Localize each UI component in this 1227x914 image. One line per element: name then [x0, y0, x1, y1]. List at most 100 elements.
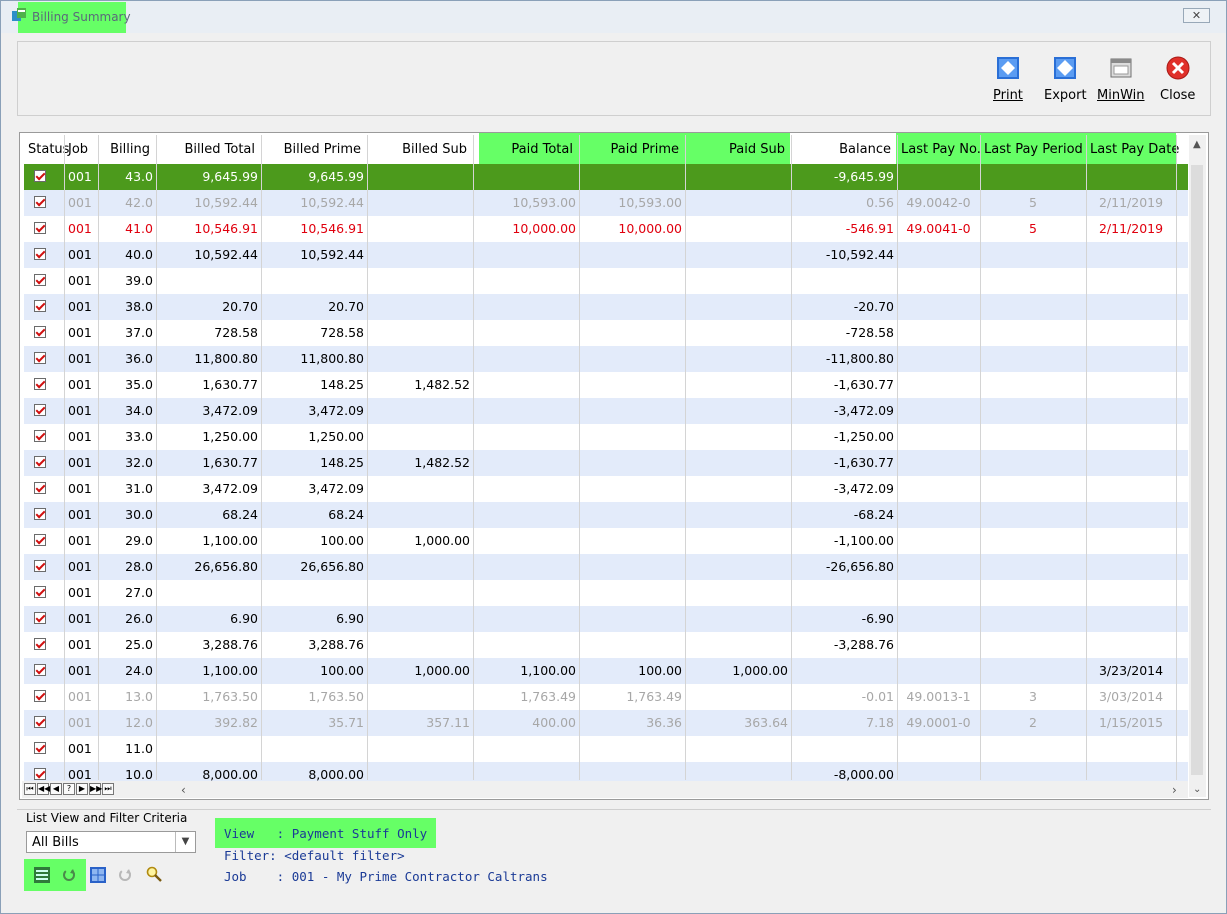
table-row[interactable]: 001 34.0 3,472.09 3,472.09 -3,472.09 — [24, 398, 1188, 424]
column-header-paid-sub[interactable]: Paid Sub — [685, 134, 791, 166]
table-row[interactable]: 001 36.0 11,800.80 11,800.80 -11,800.80 — [24, 346, 1188, 372]
column-header-last-pay-period[interactable]: Last Pay Period — [980, 134, 1086, 166]
window-close-button[interactable]: ✕ — [1183, 8, 1210, 23]
table-row[interactable]: 001 26.0 6.90 6.90 -6.90 — [24, 606, 1188, 632]
column-header-billed-prime[interactable]: Billed Prime — [261, 134, 367, 166]
status-checkbox[interactable] — [34, 300, 46, 312]
column-header-billing[interactable]: Billing — [98, 134, 156, 166]
status-checkbox[interactable] — [34, 560, 46, 572]
status-checkbox[interactable] — [34, 586, 46, 598]
status-cell[interactable] — [24, 450, 64, 476]
nav-button-6[interactable]: ⏭ — [102, 783, 114, 795]
column-header-job[interactable]: Job — [64, 134, 98, 166]
status-checkbox[interactable] — [34, 378, 46, 390]
table-row[interactable]: 001 41.0 10,546.91 10,546.91 10,000.00 10,000… — [24, 216, 1188, 242]
vertical-scrollbar[interactable]: ▲ ⌄ — [1189, 135, 1206, 797]
table-row[interactable]: 001 37.0 728.58 728.58 -728.58 — [24, 320, 1188, 346]
minwin-button[interactable]: MinWin — [1097, 56, 1145, 103]
scroll-up-icon[interactable]: ▲ — [1193, 139, 1201, 150]
status-cell[interactable] — [24, 554, 64, 580]
status-cell[interactable] — [24, 242, 64, 268]
column-header-status[interactable]: Status — [24, 134, 69, 166]
table-row[interactable]: 001 38.0 20.70 20.70 -20.70 — [24, 294, 1188, 320]
status-cell[interactable] — [24, 606, 64, 632]
status-checkbox[interactable] — [34, 326, 46, 338]
horizontal-scrollbar[interactable]: ⏮ ◀◀ ◀? ▶ ▶▶ ⏭ ‹ › — [22, 781, 1188, 798]
status-checkbox[interactable] — [34, 430, 46, 442]
table-row[interactable]: 001 31.0 3,472.09 3,472.09 -3,472.09 — [24, 476, 1188, 502]
status-cell[interactable] — [24, 658, 64, 684]
status-checkbox[interactable] — [34, 508, 46, 520]
status-checkbox[interactable] — [34, 222, 46, 234]
nav-button-0[interactable]: ⏮ — [24, 783, 36, 795]
print-button[interactable]: Print — [993, 56, 1023, 103]
status-checkbox[interactable] — [34, 716, 46, 728]
column-header-last-pay-date[interactable]: Last Pay Date — [1086, 134, 1179, 166]
column-header-billed-total[interactable]: Billed Total — [156, 134, 261, 166]
column-header-paid-total[interactable]: Paid Total — [473, 134, 579, 166]
column-header-paid-prime[interactable]: Paid Prime — [579, 134, 685, 166]
nav-button-5[interactable]: ▶▶ — [89, 783, 102, 795]
table-row[interactable]: 001 12.0 392.82 35.71 357.11 400.00 36.36 363.6… — [24, 710, 1188, 736]
table-row[interactable]: 001 27.0 — [24, 580, 1188, 606]
status-checkbox[interactable] — [34, 196, 46, 208]
table-row[interactable]: 001 33.0 1,250.00 1,250.00 -1,250.00 — [24, 424, 1188, 450]
nav-button-2[interactable]: ◀ — [50, 783, 62, 795]
status-cell[interactable] — [24, 528, 64, 554]
nav-button-3[interactable]: ? — [63, 783, 75, 795]
status-checkbox[interactable] — [34, 170, 46, 182]
status-checkbox[interactable] — [34, 612, 46, 624]
status-cell[interactable] — [24, 372, 64, 398]
export-button[interactable]: Export — [1044, 56, 1087, 103]
status-checkbox[interactable] — [34, 404, 46, 416]
table-row[interactable]: 001 43.0 9,645.99 9,645.99 -9,645.99 — [24, 164, 1188, 190]
list-view-icon[interactable] — [34, 867, 50, 883]
table-row[interactable]: 001 39.0 — [24, 268, 1188, 294]
status-checkbox[interactable] — [34, 456, 46, 468]
status-cell[interactable] — [24, 424, 64, 450]
column-header-billed-sub[interactable]: Billed Sub — [367, 134, 473, 166]
status-cell[interactable] — [24, 710, 64, 736]
table-row[interactable]: 001 42.0 10,592.44 10,592.44 10,593.00 10,593… — [24, 190, 1188, 216]
status-cell[interactable] — [24, 164, 64, 190]
status-cell[interactable] — [24, 268, 64, 294]
status-cell[interactable] — [24, 736, 64, 762]
table-row[interactable]: 001 30.0 68.24 68.24 -68.24 — [24, 502, 1188, 528]
scroll-right-icon[interactable]: › — [1172, 783, 1177, 797]
status-checkbox[interactable] — [34, 638, 46, 650]
status-cell[interactable] — [24, 190, 64, 216]
refresh-icon[interactable] — [61, 867, 77, 883]
table-row[interactable]: 001 29.0 1,100.00 100.00 1,000.00 -1,100.00 — [24, 528, 1188, 554]
table-row[interactable]: 001 35.0 1,630.77 148.25 1,482.52 -1,630.77 — [24, 372, 1188, 398]
column-header-last-pay-no[interactable]: Last Pay No. — [897, 134, 981, 166]
horizontal-scroll-thumb[interactable] — [212, 784, 1172, 795]
status-cell[interactable] — [24, 632, 64, 658]
table-row[interactable]: 001 28.0 26,656.80 26,656.80 -26,656.80 — [24, 554, 1188, 580]
table-row[interactable]: 001 13.0 1,763.50 1,763.50 1,763.49 1,763.49 -… — [24, 684, 1188, 710]
status-checkbox[interactable] — [34, 248, 46, 260]
chevron-down-icon[interactable]: ▼ — [175, 832, 195, 852]
status-cell[interactable] — [24, 398, 64, 424]
nav-button-4[interactable]: ▶ — [76, 783, 88, 795]
status-checkbox[interactable] — [34, 482, 46, 494]
status-checkbox[interactable] — [34, 768, 46, 780]
column-header-balance[interactable]: Balance — [791, 134, 897, 166]
status-cell[interactable] — [24, 320, 64, 346]
status-checkbox[interactable] — [34, 274, 46, 286]
search-icon[interactable] — [146, 866, 162, 882]
status-checkbox[interactable] — [34, 690, 46, 702]
nav-button-1[interactable]: ◀◀ — [37, 783, 50, 795]
status-cell[interactable] — [24, 502, 64, 528]
status-cell[interactable] — [24, 476, 64, 502]
table-row[interactable]: 001 11.0 — [24, 736, 1188, 762]
list-view-select[interactable]: All Bills ▼ — [26, 831, 196, 853]
table-row[interactable]: 001 25.0 3,288.76 3,288.76 -3,288.76 — [24, 632, 1188, 658]
status-cell[interactable] — [24, 684, 64, 710]
table-row[interactable]: 001 40.0 10,592.44 10,592.44 -10,592.44 — [24, 242, 1188, 268]
status-cell[interactable] — [24, 580, 64, 606]
status-cell[interactable] — [24, 216, 64, 242]
scroll-left-icon[interactable]: ‹ — [181, 783, 186, 797]
scroll-down-icon[interactable]: ⌄ — [1193, 784, 1201, 795]
status-checkbox[interactable] — [34, 742, 46, 754]
grid-view-icon[interactable] — [90, 867, 106, 883]
